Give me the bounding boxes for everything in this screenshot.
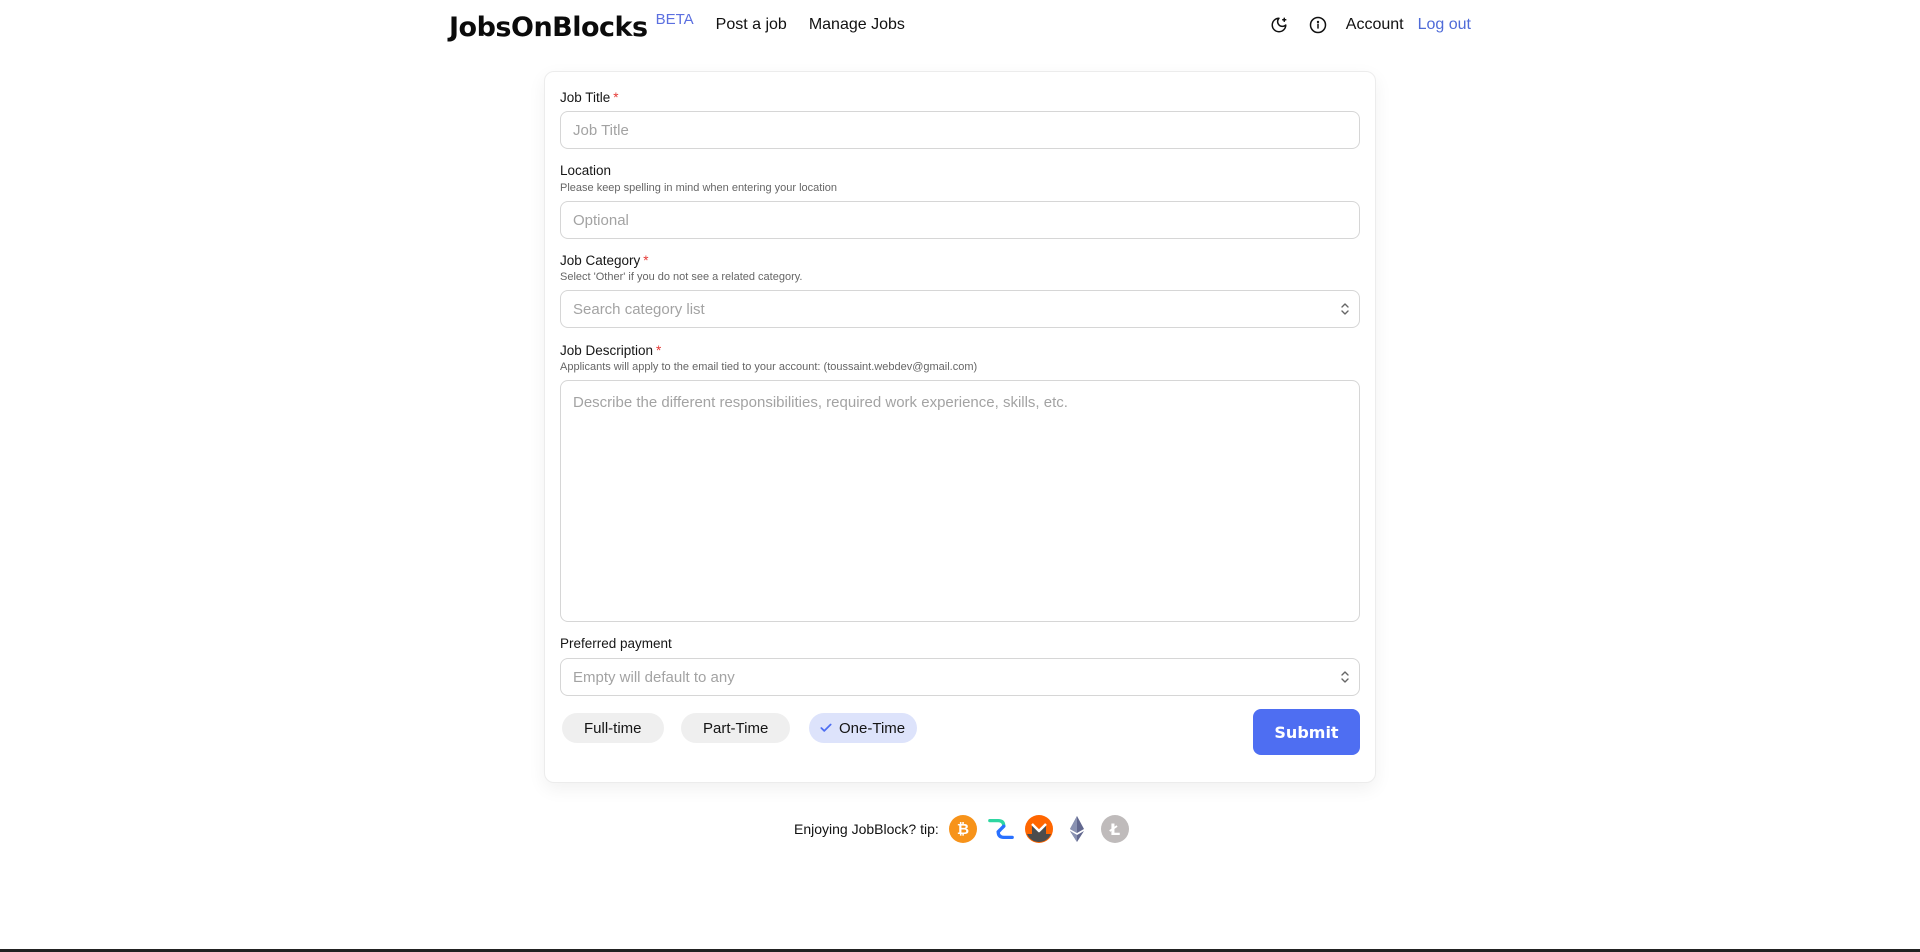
svg-text:₿: ₿: [957, 820, 969, 838]
job-type-part-time[interactable]: Part-Time: [681, 713, 791, 743]
location-input[interactable]: [560, 201, 1360, 239]
account-link[interactable]: Account: [1346, 16, 1404, 34]
job-type-label: Part-Time: [703, 719, 769, 737]
job-category-label: Job Category *: [560, 253, 649, 268]
job-description-label: Job Description *: [560, 343, 661, 358]
logout-link[interactable]: Log out: [1418, 16, 1471, 34]
post-job-form: Job Title* Location Please keep spelling…: [544, 71, 1376, 783]
nav-manage-jobs[interactable]: Manage Jobs: [809, 16, 905, 34]
submit-button[interactable]: Submit: [1253, 709, 1360, 755]
required-marker: *: [613, 90, 619, 105]
job-description-hint: Applicants will apply to the email tied …: [560, 361, 978, 373]
job-category-search-input[interactable]: [560, 290, 1360, 328]
preferred-payment-input[interactable]: [560, 658, 1360, 696]
job-description-textarea[interactable]: [560, 380, 1360, 622]
svg-text:Ł: Ł: [1109, 820, 1120, 838]
litecoin-icon[interactable]: Ł: [1100, 815, 1129, 843]
job-type-label: One-Time: [839, 719, 906, 737]
beta-badge: BETA: [655, 10, 694, 28]
bitcoin-icon[interactable]: ₿: [948, 815, 977, 843]
job-description-label-text: Job Description: [560, 343, 654, 358]
required-marker: *: [656, 343, 662, 358]
job-category-label-text: Job Category: [560, 253, 641, 268]
location-label: Location: [560, 163, 612, 178]
brand-logo[interactable]: JobsOnBlocks: [449, 12, 648, 43]
tip-text: Enjoying JobBlock? tip:: [794, 821, 939, 837]
job-type-full-time[interactable]: Full-time: [562, 713, 664, 743]
job-title-input[interactable]: [560, 111, 1360, 149]
nav-post-a-job[interactable]: Post a job: [716, 16, 787, 34]
info-icon[interactable]: [1307, 14, 1329, 36]
job-category-hint: Select 'Other' if you do not see a relat…: [560, 271, 803, 283]
job-title-label-text: Job Title: [560, 90, 611, 105]
job-category-select[interactable]: [560, 290, 1360, 328]
job-title-label: Job Title *: [560, 90, 619, 105]
preferred-payment-select[interactable]: [560, 658, 1360, 696]
check-icon: [819, 721, 833, 735]
decred-icon[interactable]: [987, 815, 1015, 843]
chevron-up-down-icon: [1341, 303, 1349, 315]
required-marker: *: [643, 253, 649, 268]
location-hint: Please keep spelling in mind when enteri…: [560, 182, 838, 194]
tip-row: Enjoying JobBlock? tip: ₿ Ł: [794, 814, 1129, 844]
top-navbar: JobsOnBlocks BETA Post a job Manage Jobs…: [449, 0, 1471, 50]
job-type-one-time[interactable]: One-Time: [809, 713, 918, 743]
preferred-payment-label: Preferred payment: [560, 636, 672, 651]
monero-icon[interactable]: [1024, 815, 1053, 843]
ethereum-icon[interactable]: [1063, 815, 1091, 843]
dark-mode-icon[interactable]: [1268, 14, 1290, 36]
job-type-label: Full-time: [584, 719, 642, 737]
chevron-up-down-icon: [1341, 671, 1349, 683]
